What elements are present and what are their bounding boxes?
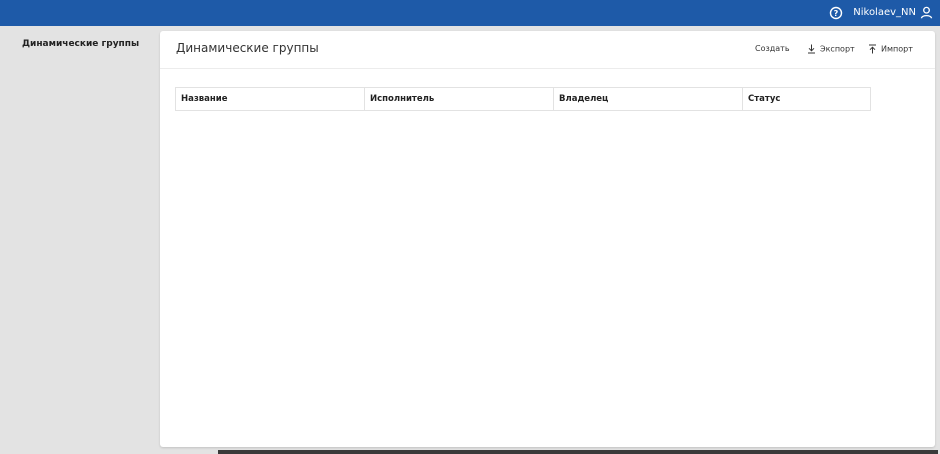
groups-table: Название Исполнитель Владелец Статус: [175, 87, 871, 111]
create-button[interactable]: Создать: [755, 44, 790, 53]
column-header-status[interactable]: Статус: [743, 88, 870, 110]
user-icon[interactable]: [920, 6, 933, 19]
main-panel: Динамические группы Создать Экспорт Импо…: [160, 31, 935, 447]
sidebar: Динамические группы: [0, 26, 160, 454]
username-link[interactable]: Nikolaev_NN: [853, 6, 916, 20]
export-button-label: Экспорт: [820, 44, 855, 54]
top-bar: ? Nikolaev_NN: [0, 0, 940, 26]
download-icon: [808, 44, 815, 54]
panel-header: Динамические группы Создать Экспорт Импо…: [160, 31, 935, 69]
sidebar-item-dynamic-groups[interactable]: Динамические группы: [22, 39, 139, 49]
create-button-label: Создать: [755, 44, 790, 53]
column-header-executor[interactable]: Исполнитель: [365, 88, 554, 110]
horizontal-scrollbar[interactable]: [218, 450, 938, 454]
export-button[interactable]: Экспорт: [807, 44, 855, 54]
column-header-owner[interactable]: Владелец: [554, 88, 743, 110]
import-button-label: Импорт: [881, 44, 913, 54]
upload-icon: [869, 44, 876, 54]
import-button[interactable]: Импорт: [868, 44, 913, 54]
help-icon[interactable]: ?: [829, 6, 843, 20]
svg-text:?: ?: [834, 9, 839, 18]
column-header-name[interactable]: Название: [176, 88, 365, 110]
page-title: Динамические группы: [176, 41, 319, 55]
